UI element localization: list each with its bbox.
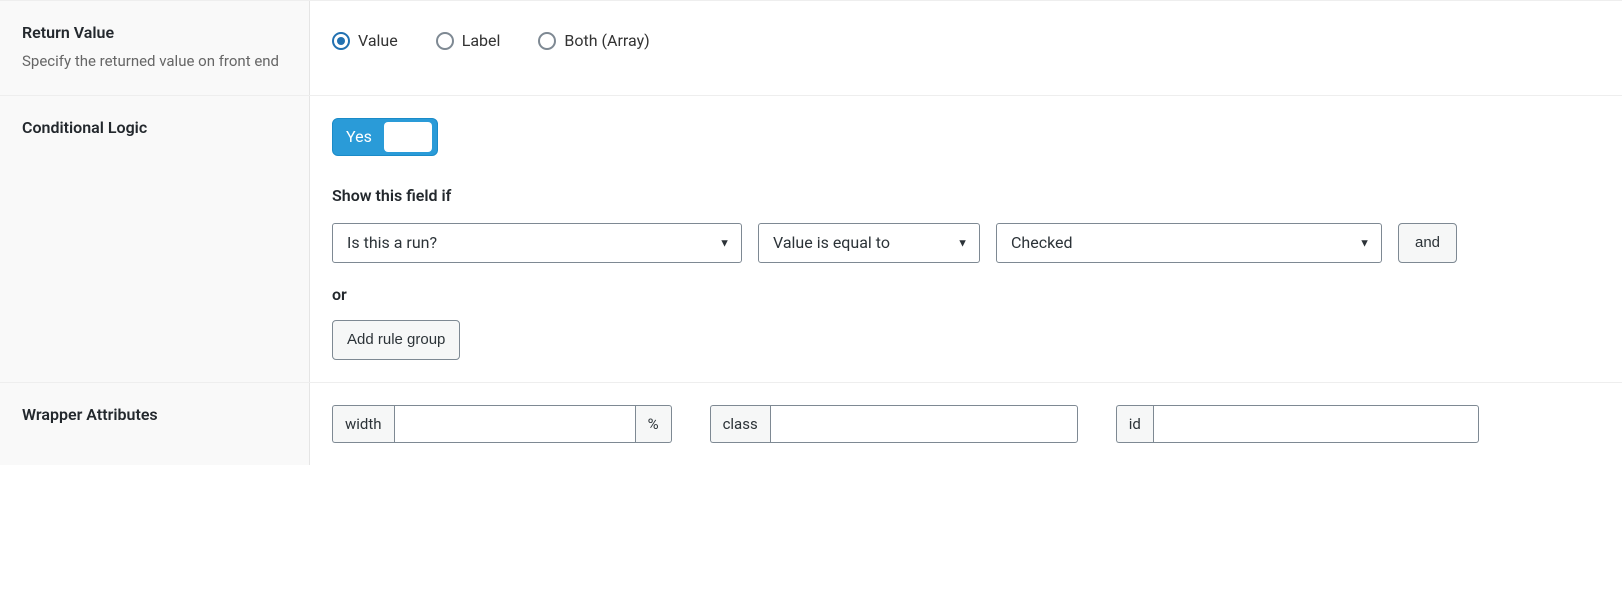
width-input-group: width % xyxy=(332,405,672,443)
width-input[interactable] xyxy=(394,405,636,443)
class-addon: class xyxy=(710,405,770,443)
radio-label-value: Value xyxy=(358,31,398,50)
rule-value-select-wrap: Checked ▼ xyxy=(996,223,1382,263)
radio-option-label[interactable]: Label xyxy=(436,31,501,50)
return-value-label-col: Return Value Specify the returned value … xyxy=(0,1,310,95)
radio-icon xyxy=(538,32,556,50)
rule-field-select-wrap: Is this a run? ▼ xyxy=(332,223,742,263)
add-rule-group-button[interactable]: Add rule group xyxy=(332,320,460,360)
class-input[interactable] xyxy=(770,405,1078,443)
rule-row: Is this a run? ▼ Value is equal to ▼ Che… xyxy=(332,223,1600,263)
wrapper-inputs: width % class id xyxy=(332,405,1600,443)
radio-label-both: Both (Array) xyxy=(564,31,649,50)
id-input[interactable] xyxy=(1153,405,1479,443)
width-unit-addon: % xyxy=(636,405,672,443)
id-input-group: id xyxy=(1116,405,1479,443)
wrapper-attributes-content: width % class id xyxy=(310,383,1622,465)
return-value-title: Return Value xyxy=(22,23,287,42)
toggle-handle xyxy=(384,122,432,152)
or-text: or xyxy=(332,285,1600,304)
and-button[interactable]: and xyxy=(1398,223,1457,263)
toggle-label: Yes xyxy=(338,127,384,146)
class-input-group: class xyxy=(710,405,1078,443)
radio-option-value[interactable]: Value xyxy=(332,31,398,50)
width-addon: width xyxy=(332,405,394,443)
rule-field-select[interactable]: Is this a run? xyxy=(332,223,742,263)
conditional-logic-content: Yes Show this field if Is this a run? ▼ … xyxy=(310,96,1622,382)
wrapper-attributes-row: Wrapper Attributes width % class id xyxy=(0,382,1622,465)
return-value-radios: Value Label Both (Array) xyxy=(332,23,1600,50)
radio-icon xyxy=(436,32,454,50)
conditional-logic-label-col: Conditional Logic xyxy=(0,96,310,382)
conditional-logic-row: Conditional Logic Yes Show this field if… xyxy=(0,95,1622,382)
conditional-toggle[interactable]: Yes xyxy=(332,118,438,156)
conditional-logic-title: Conditional Logic xyxy=(22,118,287,137)
return-value-desc: Specify the returned value on front end xyxy=(22,50,287,73)
return-value-content: Value Label Both (Array) xyxy=(310,1,1622,95)
return-value-row: Return Value Specify the returned value … xyxy=(0,0,1622,95)
show-if-title: Show this field if xyxy=(332,186,1600,205)
rule-value-select[interactable]: Checked xyxy=(996,223,1382,263)
id-addon: id xyxy=(1116,405,1153,443)
rule-operator-select-wrap: Value is equal to ▼ xyxy=(758,223,980,263)
radio-option-both[interactable]: Both (Array) xyxy=(538,31,649,50)
radio-label-label: Label xyxy=(462,31,501,50)
radio-icon xyxy=(332,32,350,50)
rule-operator-select[interactable]: Value is equal to xyxy=(758,223,980,263)
wrapper-attributes-title: Wrapper Attributes xyxy=(22,405,287,424)
wrapper-attributes-label-col: Wrapper Attributes xyxy=(0,383,310,465)
